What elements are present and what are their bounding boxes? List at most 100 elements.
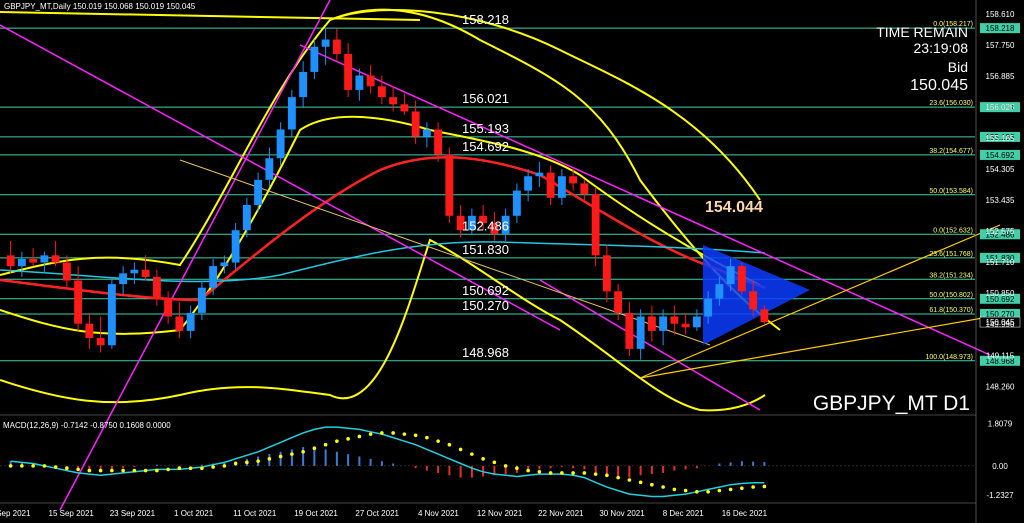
macd-signal-dot [762, 484, 767, 489]
macd-signal-dot [638, 480, 643, 485]
macd-signal-dot [661, 485, 665, 489]
macd-tick-label: 1.8079 [988, 419, 1013, 428]
candle-body [625, 312, 634, 349]
macd-signal-dot [672, 487, 677, 492]
macd-signal-dot [695, 489, 699, 494]
time-tick-label: 19 Oct 2021 [294, 509, 338, 518]
candle-body [74, 280, 83, 324]
macd-signal-dot [323, 442, 328, 447]
macd-signal-dot [245, 460, 249, 465]
macd-signal-dot [683, 488, 688, 493]
price-tick-label: 155.165 [986, 134, 1015, 143]
macd-signal-dot [335, 439, 339, 443]
time-tick-label: 11 Oct 2021 [233, 509, 277, 518]
candle-body [704, 298, 713, 317]
level-label: 155.193 [462, 121, 509, 136]
candle-body [6, 255, 15, 267]
price-tick-label: 153.435 [986, 196, 1015, 205]
candle-body [422, 129, 431, 137]
macd-signal-dot [650, 482, 654, 487]
candle-body [96, 338, 105, 346]
candle-body [175, 316, 184, 331]
candle-body [107, 284, 116, 346]
candle-body [310, 46, 319, 72]
price-tick-label: 149.990 [986, 320, 1015, 329]
candle-body [659, 316, 668, 331]
macd-signal-dot [751, 485, 755, 489]
candle-body [299, 71, 308, 98]
fib-label: 100.0(148.973) [926, 354, 973, 361]
macd-signal-dot [65, 466, 69, 471]
macd-signal-dot [605, 473, 609, 478]
macd-signal-dot [548, 471, 553, 475]
time-remain-value: 23:19:08 [914, 40, 969, 56]
time-tick-label: 16 Dec 2021 [722, 509, 768, 518]
fib-label: 50.0(150.802) [929, 292, 973, 299]
candle-body [17, 258, 26, 267]
candle-body [152, 276, 161, 299]
level-label: 151.830 [462, 242, 509, 257]
macd-signal-dot [20, 464, 24, 468]
macd-signal-dot [560, 471, 564, 475]
candle-body [276, 129, 285, 159]
price-tick-label: 149.115 [986, 352, 1015, 361]
candle-body [445, 154, 454, 216]
level-label: 156.021 [462, 91, 509, 106]
candle-body [602, 255, 611, 292]
chart-header: GBPJPY_MT,Daily 150.019 150.068 150.019 … [4, 2, 196, 11]
price-tick-label: 156.025 [986, 103, 1015, 112]
time-tick-label: 22 Nov 2021 [538, 509, 584, 518]
candle-body [321, 39, 330, 47]
candle-body [434, 129, 443, 155]
macd-signal-dot [200, 466, 204, 471]
macd-signal-dot [166, 467, 170, 472]
candle-body [164, 298, 173, 317]
level-label: 158.218 [462, 12, 509, 27]
candle-body [130, 269, 139, 274]
candle-body [647, 316, 656, 331]
candle-body [681, 323, 690, 328]
candle-body [332, 39, 341, 54]
candle-body [220, 262, 229, 267]
fib-label: 38.2(151.234) [929, 272, 973, 279]
fib-label: 38.2(154.677) [929, 148, 973, 155]
level-price-tag-text: 154.692 [986, 151, 1015, 160]
macd-signal-dot [447, 442, 452, 447]
macd-signal-dot [42, 464, 47, 468]
chart-window: 158.218 0.0(158.217) 158.218 156.021 23.6(15… [0, 0, 1024, 523]
macd-signal-dot [290, 452, 294, 456]
candle-body [535, 172, 544, 177]
price-tick-label: 157.750 [986, 41, 1015, 50]
price-chart[interactable]: 158.218 0.0(158.217) 158.218156.021 23.6(15… [0, 0, 1024, 523]
fib-label: 23.6(151.768) [929, 251, 973, 258]
candle-body [209, 266, 218, 288]
macd-signal-dot [481, 457, 485, 461]
candle-body [715, 284, 724, 299]
macd-signal-dot [515, 466, 519, 471]
candle-body [524, 176, 533, 191]
macd-signal-dot [8, 464, 13, 468]
candle-body [389, 97, 398, 105]
macd-tick-label: 0.00 [992, 462, 1008, 471]
macd-signal-dot [301, 449, 305, 454]
candle-body [411, 111, 420, 137]
candle-body [614, 291, 623, 313]
macd-signal-dot [740, 486, 744, 491]
macd-signal-dot [616, 475, 620, 480]
time-tick-label: 12 Nov 2021 [477, 509, 523, 518]
candle-body [29, 258, 38, 263]
time-tick-label: 23 Sep 2021 [110, 509, 156, 518]
fib-label: 23.6(156.030) [929, 100, 973, 107]
time-remain-label: TIME REMAIN [876, 24, 968, 40]
level-label: 150.692 [462, 283, 509, 298]
macd-signal-dot [368, 432, 373, 436]
macd-signal-dot [425, 435, 429, 440]
macd-signal-dot [312, 446, 317, 451]
time-tick-label: 30 Nov 2021 [599, 509, 645, 518]
candle-body [141, 269, 150, 277]
candle-body [580, 183, 589, 195]
macd-signal-dot [458, 447, 463, 452]
time-tick-label: 27 Oct 2021 [355, 509, 399, 518]
price-tick-label: 148.260 [986, 382, 1015, 391]
macd-signal-dot [413, 433, 418, 438]
